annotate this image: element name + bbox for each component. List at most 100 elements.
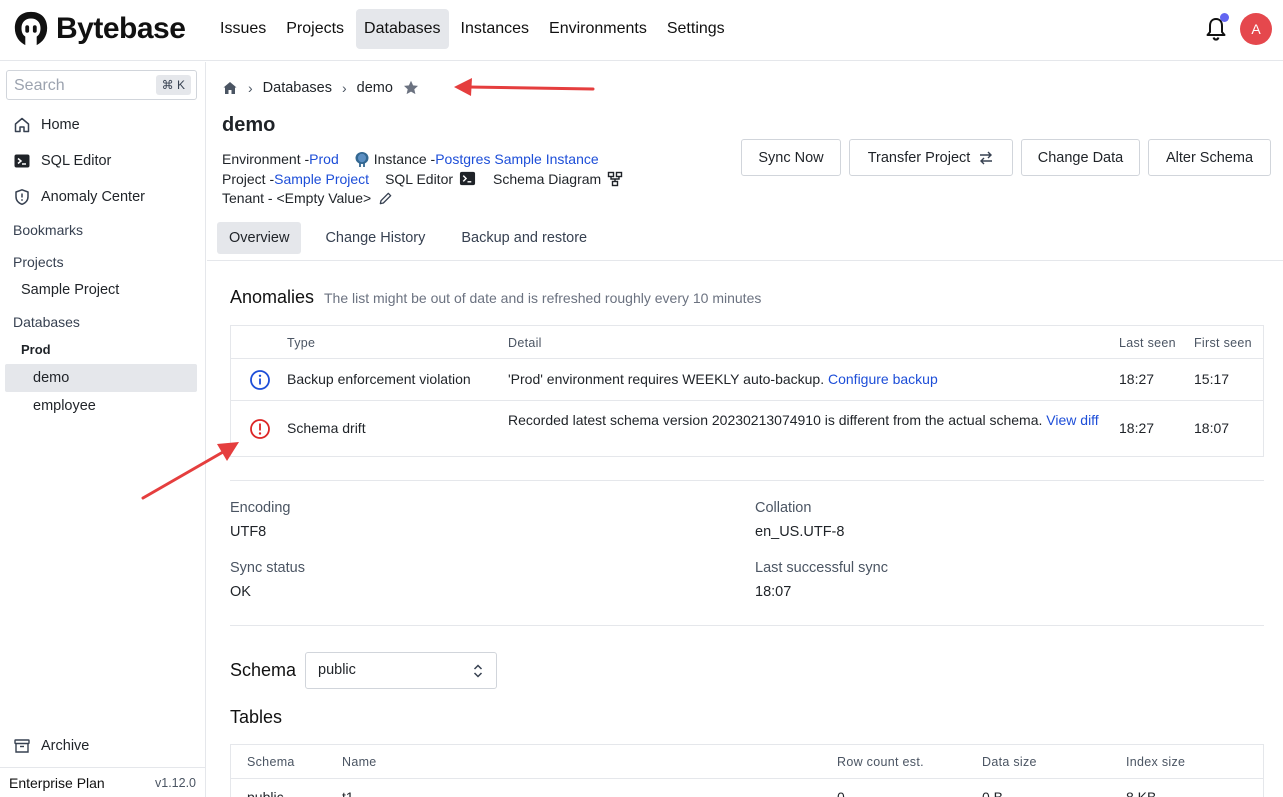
db-meta-line-1: Environment - Prod Instance - Postgres S… (222, 150, 599, 168)
terminal-icon[interactable] (459, 170, 476, 187)
transfer-project-button[interactable]: Transfer Project (849, 139, 1013, 176)
nav-projects[interactable]: Projects (278, 9, 352, 49)
project-label: Project - (222, 170, 275, 187)
anomaly-detail-text: Recorded latest schema version 202302130… (508, 412, 1047, 428)
schema-diagram-link[interactable]: Schema Diagram (493, 171, 601, 187)
terminal-icon (14, 154, 30, 168)
sidebar-item-anomaly-center[interactable]: Anomaly Center (13, 188, 145, 206)
chevron-right-icon: › (342, 80, 347, 96)
tenant-label: Tenant - <Empty Value> (222, 190, 372, 206)
project-link[interactable]: Sample Project (274, 171, 369, 187)
tab-backup-restore[interactable]: Backup and restore (449, 222, 599, 254)
chevron-up-down-icon (473, 664, 483, 678)
sync-now-button[interactable]: Sync Now (741, 139, 841, 176)
row-data-size: 0 B (982, 789, 1004, 797)
collation-value: en_US.UTF-8 (755, 524, 845, 540)
sidebar-databases-header[interactable]: Databases (13, 314, 80, 330)
sidebar-item-demo[interactable]: demo (33, 370, 69, 386)
anomalies-hint: The list might be out of date and is ref… (324, 290, 762, 306)
brand-logo[interactable]: Bytebase (12, 10, 186, 48)
instance-link[interactable]: Postgres Sample Instance (435, 151, 598, 167)
main-content: › Databases › demo demo Environment - Pr… (207, 62, 1283, 797)
postgres-elephant-icon (355, 152, 369, 167)
view-diff-link[interactable]: View diff (1046, 412, 1098, 428)
error-circle-icon (250, 419, 270, 439)
tabs-divider (207, 260, 1283, 261)
sidebar-item-sql-editor[interactable]: SQL Editor (13, 152, 111, 170)
anomaly-detail-text: 'Prod' environment requires WEEKLY auto-… (508, 371, 828, 387)
nav-instances[interactable]: Instances (453, 9, 537, 49)
sync-status-value: OK (230, 584, 251, 600)
anomaly-type: Schema drift (287, 420, 366, 436)
sidebar-item-archive[interactable]: Archive (13, 737, 89, 755)
nav-issues[interactable]: Issues (212, 9, 274, 49)
table-row: Schema drift Recorded latest schema vers… (231, 401, 1263, 457)
col-data-size: Data size (982, 755, 1037, 769)
tables-table-header: Schema Name Row count est. Data size Ind… (231, 745, 1263, 779)
sidebar-projects-header[interactable]: Projects (13, 254, 64, 270)
db-meta-line-2: Project - Sample Project SQL Editor Sche… (222, 170, 623, 187)
anomalies-table: Type Detail Last seen First seen Backup … (230, 325, 1264, 457)
change-data-label: Change Data (1037, 149, 1124, 166)
environment-label: Environment - (222, 151, 310, 167)
row-index-size: 8 KB (1126, 789, 1157, 797)
schema-diagram-icon[interactable] (607, 171, 623, 187)
notification-dot (1220, 13, 1229, 22)
search-input[interactable]: Search ⌘ K (6, 70, 197, 100)
pencil-icon[interactable] (378, 191, 393, 206)
archive-icon (14, 739, 30, 753)
main-nav: Issues Projects Databases Instances Envi… (212, 9, 733, 49)
schema-select[interactable]: public (305, 652, 497, 689)
top-navigation-bar: Bytebase Issues Projects Databases Insta… (0, 0, 1283, 61)
col-row-count: Row count est. (837, 755, 924, 769)
sidebar-item-sample-project[interactable]: Sample Project (21, 282, 119, 298)
version-label: v1.12.0 (155, 776, 197, 790)
row-name: t1 (342, 789, 354, 797)
row-schema: public (247, 789, 284, 797)
alter-schema-button[interactable]: Alter Schema (1148, 139, 1271, 176)
breadcrumb-databases[interactable]: Databases (263, 80, 332, 96)
user-avatar[interactable]: A (1240, 13, 1272, 45)
sidebar: Search ⌘ K Home SQL Editor Anomaly Cente… (0, 62, 206, 797)
shield-icon (15, 189, 29, 206)
sync-status-label: Sync status (230, 560, 305, 576)
encoding-label: Encoding (230, 500, 291, 516)
star-icon[interactable] (402, 79, 420, 97)
nav-environments[interactable]: Environments (541, 9, 655, 49)
alter-schema-label: Alter Schema (1165, 149, 1254, 166)
chevron-right-icon: › (248, 80, 253, 96)
transfer-project-label: Transfer Project (867, 149, 971, 166)
anomaly-last-seen: 18:27 (1119, 420, 1155, 436)
sidebar-anomaly-label: Anomaly Center (41, 189, 145, 205)
environment-link[interactable]: Prod (309, 151, 339, 167)
search-placeholder: Search (14, 77, 65, 94)
sidebar-item-employee[interactable]: employee (33, 398, 96, 414)
anomaly-first-seen: 15:17 (1194, 371, 1230, 387)
sidebar-home-label: Home (41, 117, 80, 133)
plan-label[interactable]: Enterprise Plan (9, 775, 105, 791)
col-first-seen: First seen (1194, 336, 1252, 350)
tables-table: Schema Name Row count est. Data size Ind… (230, 744, 1264, 797)
sidebar-footer-divider (0, 767, 206, 768)
nav-databases[interactable]: Databases (356, 9, 449, 49)
sidebar-bookmarks-header[interactable]: Bookmarks (13, 222, 83, 238)
brand-name: Bytebase (56, 12, 186, 45)
nav-settings[interactable]: Settings (659, 9, 733, 49)
home-icon[interactable] (222, 80, 238, 96)
db-meta-line-3: Tenant - <Empty Value> (222, 190, 393, 206)
anomaly-first-seen: 18:07 (1194, 420, 1230, 436)
tab-change-history[interactable]: Change History (313, 222, 437, 254)
instance-label: Instance - (373, 151, 436, 167)
tab-overview[interactable]: Overview (217, 222, 302, 254)
col-type: Type (287, 336, 316, 350)
anomaly-last-seen: 18:27 (1119, 371, 1155, 387)
change-data-button[interactable]: Change Data (1021, 139, 1140, 176)
col-detail: Detail (508, 336, 542, 350)
row-count: 0 (837, 789, 845, 797)
configure-backup-link[interactable]: Configure backup (828, 371, 938, 387)
last-sync-label: Last successful sync (755, 560, 888, 576)
anomaly-detail: 'Prod' environment requires WEEKLY auto-… (508, 369, 1108, 389)
sql-editor-link[interactable]: SQL Editor (385, 171, 453, 187)
sidebar-item-home[interactable]: Home (13, 116, 80, 134)
info-circle-icon (250, 370, 270, 390)
